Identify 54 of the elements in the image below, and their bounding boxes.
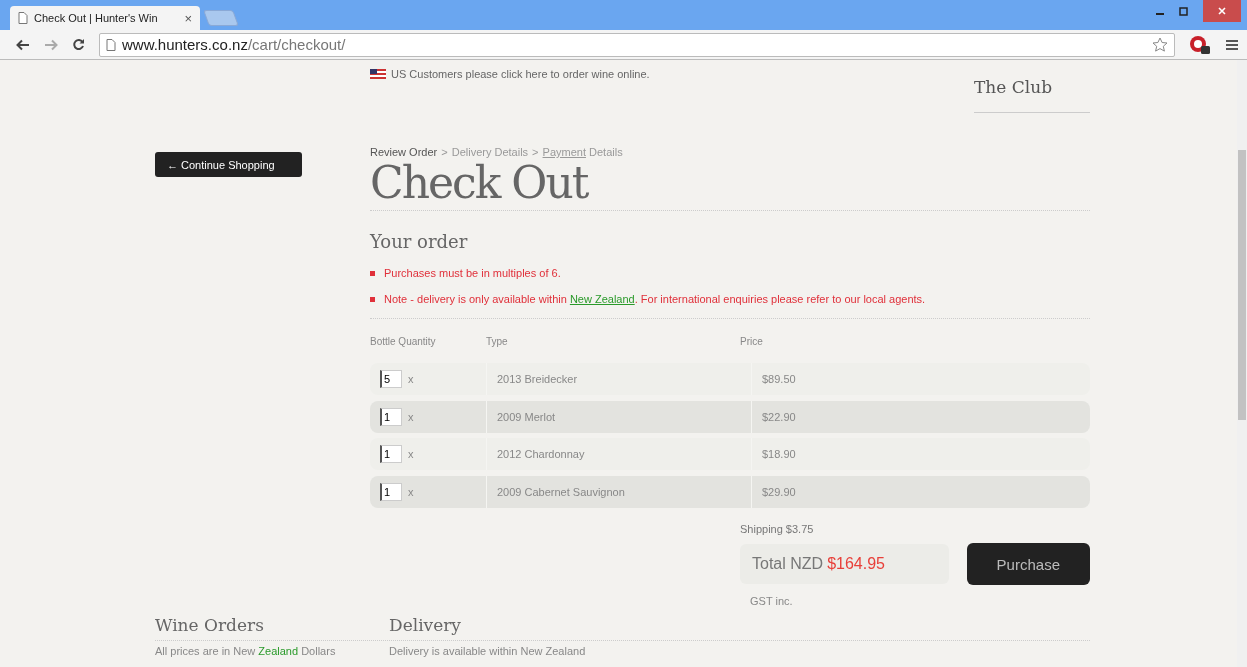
notice-text: US Customers please click here to order wine online. — [391, 68, 650, 80]
times-sign: x — [408, 448, 414, 460]
breadcrumb-separator: > — [532, 146, 539, 158]
club-link[interactable]: The Club — [974, 60, 1090, 113]
quantity-field[interactable]: 1 — [380, 482, 402, 501]
column-header: Price — [740, 335, 764, 347]
footer-text: All prices are in New Zealand Dollars — [155, 645, 337, 657]
extension-icon[interactable] — [1189, 34, 1211, 55]
wine-price: $29.90 — [762, 485, 796, 498]
tab-title: Check Out | Hunter's Win — [34, 12, 159, 24]
times-sign: x — [408, 410, 414, 423]
footer-heading: Wine Orders — [155, 615, 265, 637]
times-sign: x — [408, 485, 414, 498]
section-heading: Your order — [370, 231, 469, 252]
footer-text: Delivery is available within New Zealand — [389, 645, 586, 657]
footer-heading: Delivery — [389, 615, 462, 637]
wine-type: 2009 Merlot — [497, 410, 556, 423]
total-amount: $164.95 — [827, 555, 885, 573]
quantity-field[interactable]: 1 — [380, 407, 402, 426]
quantity-field[interactable]: 1 — [380, 445, 402, 463]
purchase-button[interactable]: Purchase — [966, 543, 1090, 585]
total-label: Total NZD — [752, 555, 824, 573]
shipping-text: Shipping $3.75 — [740, 523, 815, 537]
bullet-icon — [370, 296, 375, 302]
back-icon[interactable] — [16, 38, 30, 51]
note-text: Note - delivery is only available within New Zealand. For international enquiries please refer to our local agents. — [384, 293, 926, 305]
quantity-field[interactable]: 5 — [380, 370, 402, 388]
bullet-icon — [370, 270, 375, 276]
wine-price: $89.50 — [762, 373, 796, 385]
times-sign: x — [408, 373, 414, 385]
address-bar[interactable]: www.hunters.co.nz/cart/checkout/ — [99, 32, 1175, 57]
note-text: Purchases must be in multiples of 6. — [384, 267, 561, 279]
close-icon — [1217, 6, 1227, 16]
menu-icon[interactable] — [1225, 38, 1239, 51]
page-title: Check Out — [370, 158, 1090, 211]
flag-icon — [370, 69, 386, 79]
continue-shopping-button[interactable]: ← Continue Shopping — [155, 152, 302, 177]
breadcrumb-separator: > — [441, 146, 448, 158]
tax-note: GST inc. — [749, 595, 794, 607]
wine-type: 2013 Breidecker — [497, 373, 578, 385]
breadcrumb-step[interactable]: Review Order — [370, 146, 438, 158]
page-icon — [18, 12, 28, 24]
column-header: Type — [486, 335, 509, 347]
wine-type: 2012 Chardonnay — [497, 448, 585, 460]
wine-price: $22.90 — [762, 410, 796, 423]
reload-icon[interactable] — [72, 38, 85, 51]
maximize-icon[interactable] — [1179, 6, 1189, 16]
window-close-button[interactable] — [1203, 0, 1241, 22]
close-icon[interactable]: × — [184, 10, 192, 26]
scroll-thumb[interactable] — [1238, 150, 1246, 420]
browser-tab[interactable]: Check Out | Hunter's Win × — [10, 6, 200, 30]
column-header: Bottle Quantity — [370, 335, 437, 347]
wine-type: 2009 Cabernet Sauvignon — [497, 485, 625, 498]
wine-price: $18.90 — [762, 448, 796, 460]
